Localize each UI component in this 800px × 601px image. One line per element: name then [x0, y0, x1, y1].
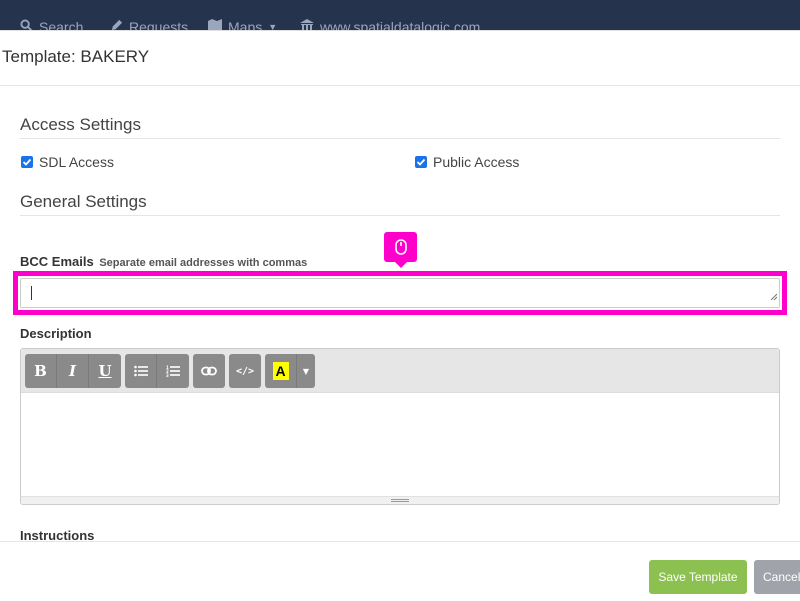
access-settings-title: Access Settings — [20, 115, 780, 139]
resize-grip-icon[interactable] — [770, 287, 778, 305]
resize-grip-line — [391, 499, 409, 500]
bcc-emails-label: BCC Emails Separate email addresses with… — [20, 254, 307, 269]
modal-body[interactable]: Access Settings SDL Access Public Access… — [0, 87, 800, 551]
checkmark-icon — [22, 158, 32, 166]
numbered-list-icon: 123 — [166, 365, 180, 377]
description-editor[interactable]: B I U 123 </> A ▼ — [20, 348, 780, 505]
cancel-button[interactable]: Cancel — [754, 560, 800, 594]
ordered-list-button[interactable]: 123 — [157, 354, 189, 388]
link-button-group — [193, 354, 225, 388]
code-view-button[interactable]: </> — [229, 354, 261, 388]
public-access-label: Public Access — [433, 154, 520, 170]
bcc-emails-textarea[interactable] — [20, 278, 780, 308]
link-icon — [201, 366, 217, 376]
description-label: Description — [20, 326, 92, 341]
template-modal: Template: BAKERY Access Settings SDL Acc… — [0, 30, 800, 601]
format-button-group: B I U — [25, 354, 121, 388]
editor-toolbar: B I U 123 </> A ▼ — [21, 349, 779, 393]
link-button[interactable] — [193, 354, 225, 388]
unordered-list-button[interactable] — [125, 354, 157, 388]
bcc-emails-label-text: BCC Emails — [20, 254, 94, 269]
modal-title: Template: BAKERY — [2, 47, 150, 66]
underline-button[interactable]: U — [89, 354, 121, 388]
font-color-dropdown-button[interactable]: ▼ — [297, 354, 315, 388]
text-caret — [31, 286, 32, 300]
color-button-group: A ▼ — [265, 354, 315, 388]
mouse-icon — [384, 232, 417, 268]
svg-text:3: 3 — [166, 373, 169, 377]
code-view-icon: </> — [235, 365, 255, 377]
checkmark-icon — [416, 158, 426, 166]
public-access-checkbox[interactable] — [415, 156, 427, 168]
sdl-access-label: SDL Access — [39, 154, 114, 170]
public-access-checkbox-row[interactable]: Public Access — [415, 154, 519, 170]
editor-resize-bar[interactable] — [21, 496, 779, 504]
general-settings-title: General Settings — [20, 192, 780, 216]
bold-button[interactable]: B — [25, 354, 57, 388]
modal-header: Template: BAKERY — [0, 31, 800, 86]
bullet-list-icon — [133, 365, 148, 377]
save-template-button[interactable]: Save Template — [649, 560, 747, 594]
bcc-emails-hint: Separate email addresses with commas — [99, 257, 308, 269]
description-editable-area[interactable] — [21, 394, 779, 497]
caret-down-icon: ▼ — [302, 366, 310, 376]
italic-button[interactable]: I — [57, 354, 89, 388]
sdl-access-checkbox-row[interactable]: SDL Access — [21, 154, 114, 170]
modal-footer: Save Template Cancel — [0, 541, 800, 601]
app-navbar: Search Requests Maps ▼ www.spatialdatalo… — [0, 0, 800, 32]
sdl-access-checkbox[interactable] — [21, 156, 33, 168]
resize-grip-line — [391, 501, 409, 502]
code-button-group: </> — [229, 354, 261, 388]
font-color-icon: A — [272, 362, 289, 380]
font-color-button[interactable]: A — [265, 354, 297, 388]
list-button-group: 123 — [125, 354, 189, 388]
